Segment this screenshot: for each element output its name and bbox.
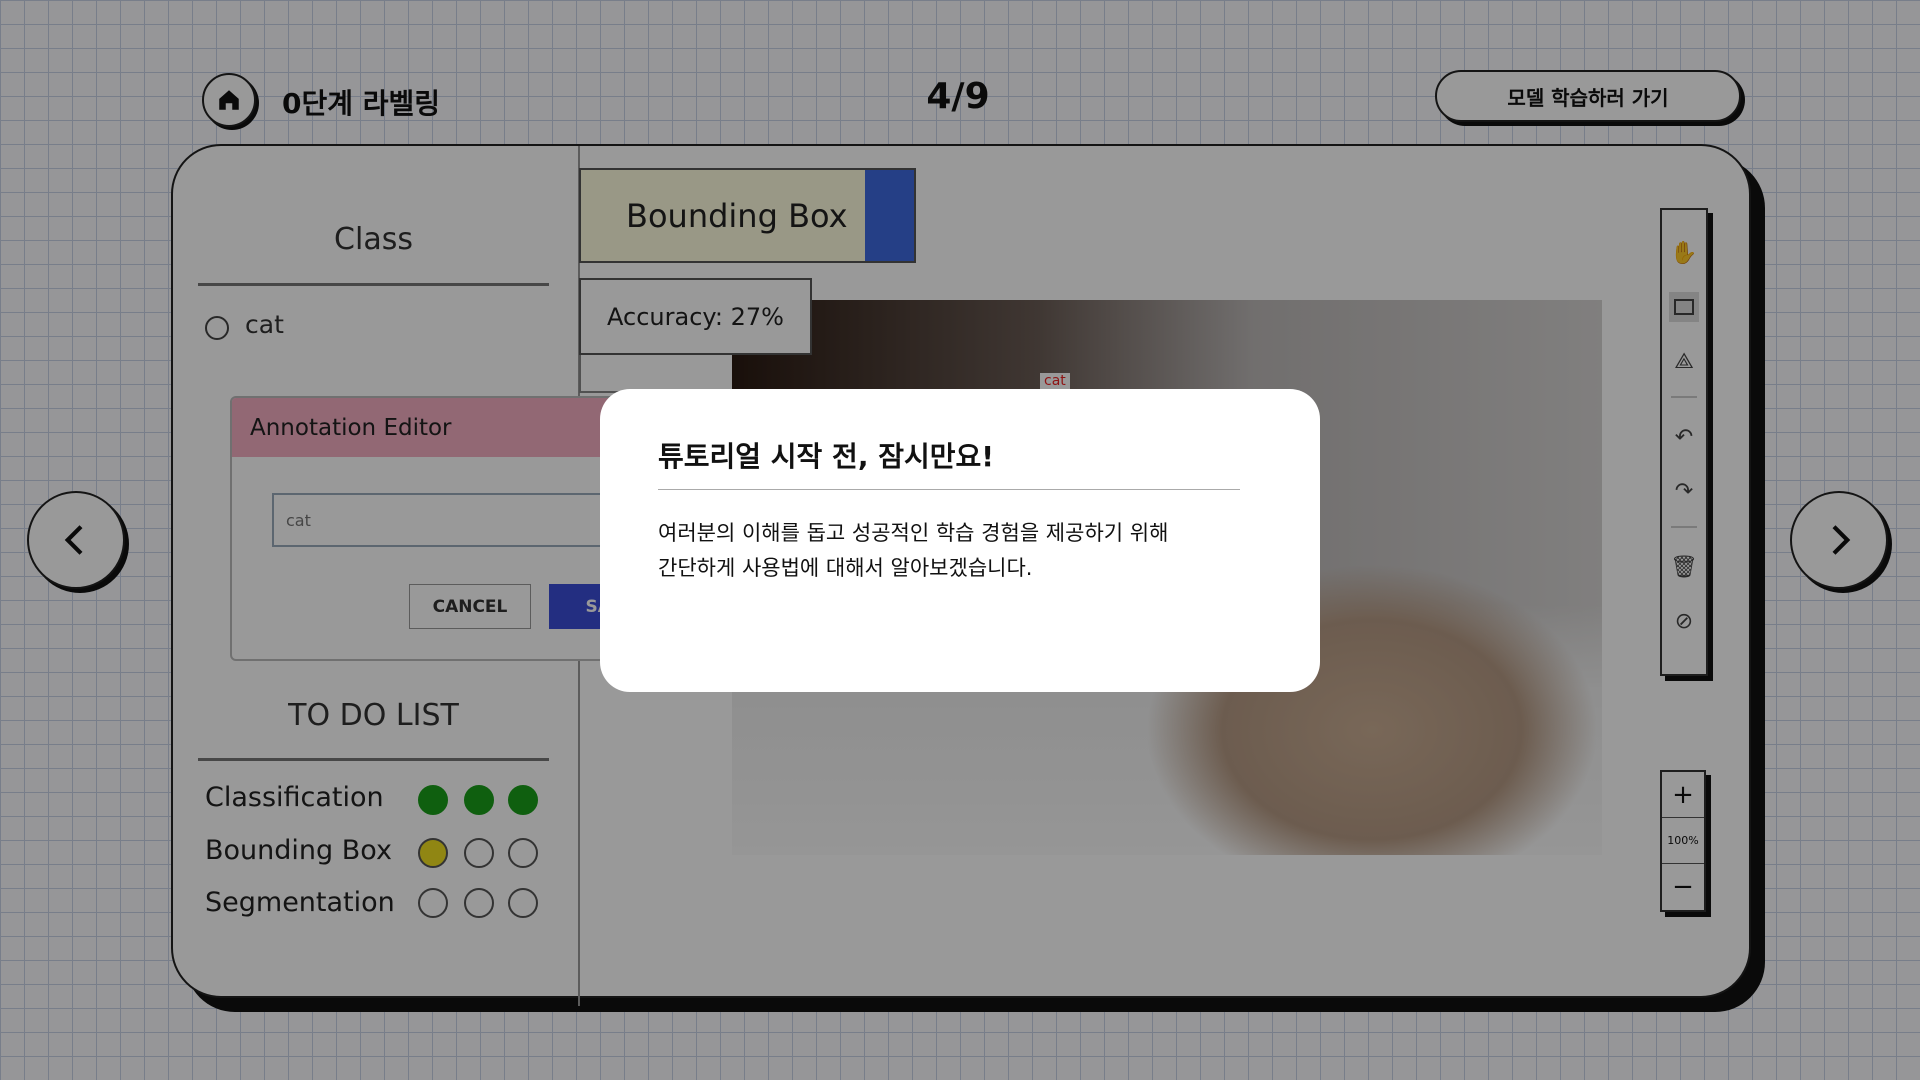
tutorial-modal: 튜토리얼 시작 전, 잠시만요! 여러분의 이해를 돕고 성공적인 학습 경험을… — [600, 389, 1320, 692]
modal-body-line: 여러분의 이해를 돕고 성공적인 학습 경험을 제공하기 위해 — [658, 521, 1169, 545]
modal-body-line: 간단하게 사용법에 대해서 알아보겠습니다. — [658, 556, 1033, 580]
modal-title: 튜토리얼 시작 전, 잠시만요! — [658, 435, 1240, 490]
